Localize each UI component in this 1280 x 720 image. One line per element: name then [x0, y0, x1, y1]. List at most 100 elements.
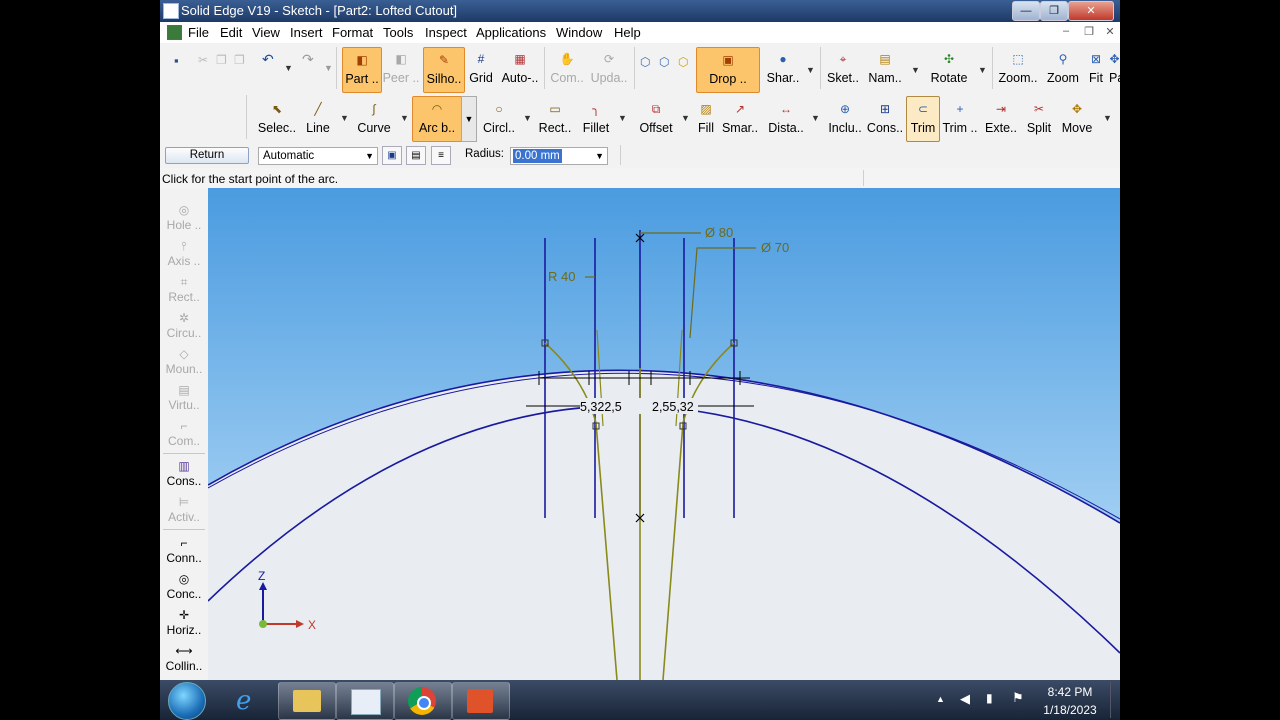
constraints-button[interactable]: ▥ Cons..	[160, 458, 208, 492]
menu-format[interactable]: Format	[332, 25, 373, 40]
grid-button[interactable]: # Grid	[465, 47, 497, 91]
menu-file[interactable]: File	[188, 25, 209, 40]
volume-icon[interactable]: ◀	[960, 691, 970, 707]
select-button[interactable]: ⬉ Selec..	[257, 97, 297, 141]
arc-option-icon[interactable]: ▣	[382, 146, 402, 165]
silhouette-icon: ✎	[438, 53, 450, 67]
menu-help[interactable]: Help	[614, 25, 641, 40]
drop-button[interactable]: ▣ Drop ..	[696, 47, 760, 93]
start-orb-icon[interactable]	[168, 682, 206, 720]
collinear-button[interactable]: ⟷ Collin..	[160, 643, 208, 677]
radius-field[interactable]: 0.00 mm ▼	[510, 147, 608, 165]
shaded-button[interactable]: ● Shar..	[763, 47, 803, 91]
connect-button[interactable]: ⌐ Conn..	[160, 535, 208, 569]
menu-applications[interactable]: Applications	[476, 25, 546, 40]
fit-button[interactable]: ⊠ Fit	[1085, 47, 1107, 91]
dim-diameter-70[interactable]: Ø 70	[761, 240, 789, 255]
line-color-icon[interactable]: ▤	[406, 146, 426, 165]
pan-button[interactable]: ✥Pa	[1109, 47, 1120, 91]
clock-date[interactable]: 1/18/2023	[1038, 703, 1102, 717]
curve-dropdown-icon[interactable]: ▼	[400, 113, 409, 123]
undo-icon[interactable]: ↶	[262, 51, 274, 68]
smart-dimension-button[interactable]: ↗ Smar..	[720, 97, 760, 141]
concentric-button[interactable]: ◎ Conc..	[160, 571, 208, 605]
doc-minimize-button[interactable]: –	[1057, 25, 1075, 37]
fill-button[interactable]: ▨ Fill	[694, 97, 718, 141]
mode-select[interactable]: Automatic ▼	[258, 147, 378, 165]
zoom-button[interactable]: ⚲ Zoom	[1043, 47, 1083, 91]
dim-radius-40[interactable]: R 40	[548, 269, 575, 284]
distance-dropdown-icon[interactable]: ▼	[811, 113, 820, 123]
line-button[interactable]: ╱ Line	[300, 97, 336, 141]
view-cube-icon[interactable]: ⬡	[678, 55, 688, 69]
menu-inspect[interactable]: Inspect	[425, 25, 467, 40]
part-button[interactable]: ◧ Part ..	[342, 47, 382, 93]
trim-corner-button[interactable]: ⊂ Trim	[906, 96, 940, 142]
arc-dropdown-icon[interactable]: ▼	[461, 96, 477, 142]
menu-view[interactable]: View	[252, 25, 280, 40]
clock-time[interactable]: 8:42 PM	[1040, 685, 1100, 699]
dim-diameter-80[interactable]: Ø 80	[705, 225, 733, 240]
include-button[interactable]: ⊕ Inclu..	[826, 97, 864, 141]
fillet-button[interactable]: ╮ Fillet	[577, 97, 615, 141]
curve-button[interactable]: ∫ Curve	[353, 97, 395, 141]
distance-button[interactable]: ↔ Dista..	[764, 97, 808, 141]
split-button[interactable]: ✂ Split	[1022, 97, 1056, 141]
prompt-text: Click for the start point of the arc.	[162, 172, 339, 186]
doc-restore-button[interactable]: ❐	[1080, 25, 1098, 38]
horizontal-vertical-button[interactable]: ✛ Horiz..	[160, 607, 208, 641]
document-icon[interactable]	[167, 25, 182, 40]
offset-dropdown-icon[interactable]: ▼	[681, 113, 690, 123]
dim-left-values[interactable]: 5,322,5	[580, 400, 622, 414]
return-button[interactable]: Return	[165, 147, 249, 164]
view-cube-icon[interactable]: ⬡	[659, 55, 669, 69]
doc-close-button[interactable]: ✕	[1101, 25, 1119, 38]
circle-dropdown-icon[interactable]: ▼	[523, 113, 532, 123]
trim-button[interactable]: + Trim ..	[942, 97, 978, 141]
show-hidden-icons-icon[interactable]: ▲	[936, 694, 945, 704]
arc-by-3-points-button[interactable]: ◠ Arc b..	[412, 96, 462, 142]
menu-edit[interactable]: Edit	[220, 25, 242, 40]
title-bar[interactable]: Solid Edge V19 - Sketch - [Part2: Lofted…	[160, 0, 1120, 22]
solid-edge-taskbar-button[interactable]	[336, 682, 394, 720]
named-view-button[interactable]: ▤ Nam..	[865, 47, 905, 91]
undo-dropdown-icon[interactable]: ▼	[284, 63, 293, 73]
extend-button[interactable]: ⇥ Exte..	[982, 97, 1020, 141]
menu-insert[interactable]: Insert	[290, 25, 323, 40]
auto-button[interactable]: ▦ Auto-..	[499, 47, 541, 91]
line-width-icon[interactable]: ≡	[431, 146, 451, 165]
action-center-icon[interactable]: ⚑	[1012, 690, 1024, 706]
maximize-button[interactable]: ❐	[1040, 1, 1068, 21]
file-explorer-taskbar-button[interactable]	[278, 682, 336, 720]
rectangle-button[interactable]: ▭ Rect..	[536, 97, 574, 141]
rotate-button[interactable]: ✣ Rotate	[925, 47, 973, 91]
offset-button[interactable]: ⧉ Offset	[634, 97, 678, 141]
move-dropdown-icon[interactable]: ▼	[1103, 113, 1112, 123]
silhouette-button[interactable]: ✎ Silho..	[423, 47, 465, 93]
sketch-graphics[interactable]: Ø 80 Ø 70 R 40 5,322,5 2,55,32 Z X	[208, 188, 1120, 680]
show-desktop-button[interactable]	[1110, 682, 1119, 718]
chrome-taskbar-button[interactable]	[394, 682, 452, 720]
shaded-dropdown-icon[interactable]: ▼	[806, 65, 815, 75]
rotate-dropdown-icon[interactable]: ▼	[978, 65, 987, 75]
save-icon[interactable]: ▪	[174, 53, 179, 68]
minimize-button[interactable]: —	[1012, 1, 1040, 21]
sketch-canvas[interactable]: Ø 80 Ø 70 R 40 5,322,5 2,55,32 Z X	[208, 188, 1120, 680]
zoom-area-button[interactable]: ⬚ Zoom..	[996, 47, 1040, 91]
internet-explorer-taskbar-button[interactable]: e	[220, 682, 276, 718]
office-taskbar-button[interactable]	[452, 682, 510, 720]
menu-tools[interactable]: Tools	[383, 25, 413, 40]
dim-right-values[interactable]: 2,55,32	[652, 400, 694, 414]
view-cube-icon[interactable]: ⬡	[640, 55, 650, 69]
circle-button[interactable]: ○ Circl..	[480, 97, 518, 141]
named-view-dropdown-icon[interactable]: ▼	[911, 65, 920, 75]
menu-window[interactable]: Window	[556, 25, 602, 40]
sketch-view-button[interactable]: ⌖ Sket..	[824, 47, 862, 91]
line-dropdown-icon[interactable]: ▼	[340, 113, 349, 123]
offset-icon: ⧉	[651, 102, 661, 116]
network-icon[interactable]: ▮	[986, 691, 993, 705]
fillet-dropdown-icon[interactable]: ▼	[618, 113, 627, 123]
constraints-button[interactable]: ⊞ Cons..	[866, 97, 904, 141]
move-button[interactable]: ✥ Move	[1058, 97, 1096, 141]
close-button[interactable]: ✕	[1068, 1, 1114, 21]
